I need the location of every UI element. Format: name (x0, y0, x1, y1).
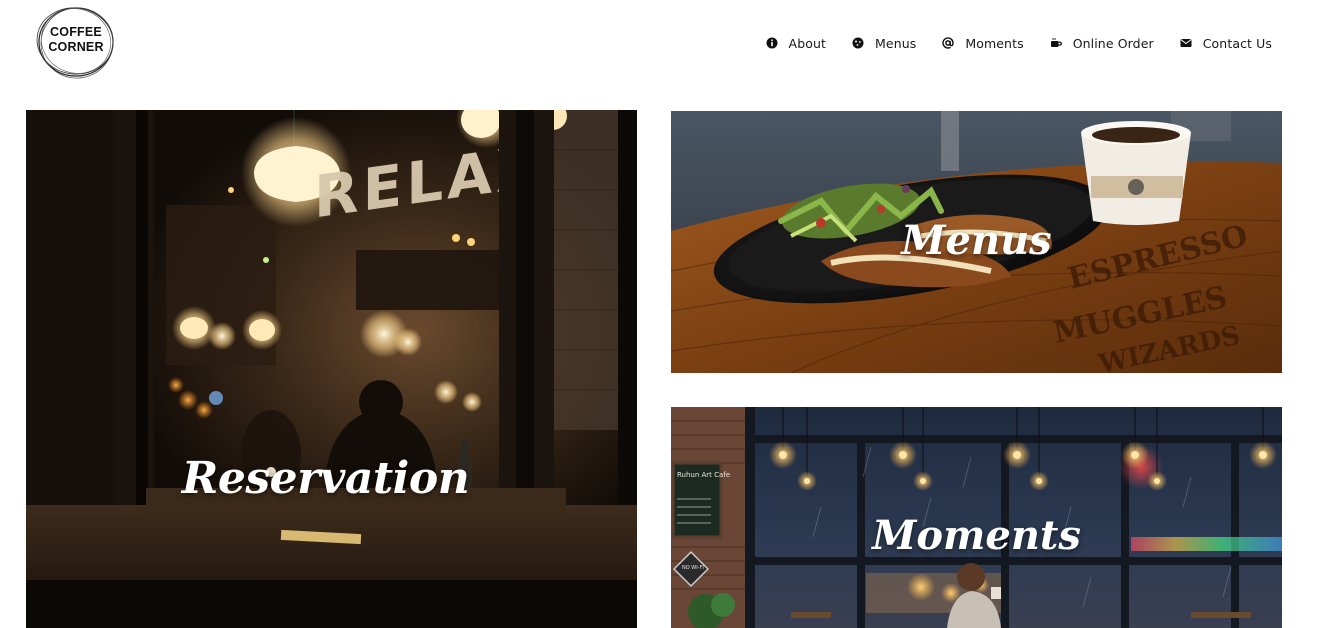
nav-label-about: About (788, 35, 827, 51)
menus-title: Menus (901, 217, 1052, 264)
logo-text: COFFEE CORNER (35, 25, 117, 55)
chalkboard-text: Ruhun Art Cafe (677, 471, 730, 479)
info-icon (766, 37, 778, 49)
nav-label-menus: Menus (875, 35, 917, 51)
logo-line-2: CORNER (48, 40, 104, 54)
nav-label-moments: Moments (965, 35, 1024, 51)
envelope-icon (1180, 39, 1192, 47)
cookie-icon (852, 37, 864, 49)
nav-label-contact-us: Contact Us (1202, 35, 1272, 51)
no-wifi-sign-text: NO WI-FI (682, 565, 704, 571)
coffee-corner-logo[interactable]: COFFEE CORNER (35, 5, 117, 79)
reservation-title: Reservation (181, 453, 470, 504)
logo-line-1: COFFEE (50, 25, 102, 39)
at-icon (942, 37, 955, 49)
nav-item-online-order[interactable]: Online Order (1050, 36, 1154, 51)
moments-title: Moments (872, 512, 1081, 559)
nav-label-online-order: Online Order (1072, 35, 1154, 51)
nav-item-about[interactable]: About (766, 36, 826, 51)
moments-tile[interactable]: Ruhun Art Cafe NO WI-FI Moments (671, 407, 1282, 628)
nav-item-contact-us[interactable]: Contact Us (1180, 36, 1272, 51)
coffee-cup-icon (1050, 38, 1062, 47)
nav-item-menus[interactable]: Menus (852, 36, 916, 51)
cafe-window-image: RELAX (26, 110, 637, 628)
nav-item-moments[interactable]: Moments (942, 35, 1024, 51)
reservation-tile[interactable]: RELAX Reservation (26, 110, 637, 628)
main-nav: About Menus Moments Online Order Contact… (766, 34, 1272, 52)
menus-tile[interactable]: ESPRESSO MUGGLES WIZARDS Menus (671, 111, 1282, 373)
